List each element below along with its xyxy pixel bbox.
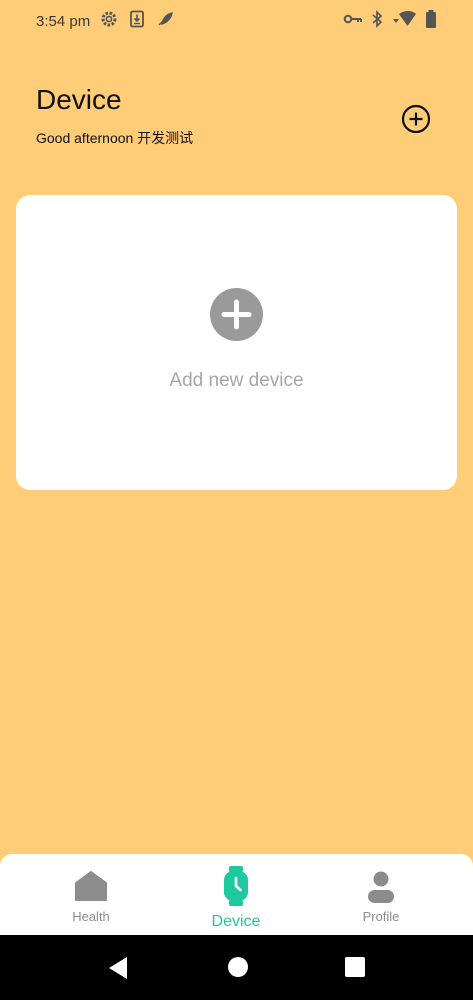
download-icon [128,10,146,28]
home-circle-icon[interactable] [227,956,249,983]
status-time: 3:54 pm [36,13,91,30]
add-circle-outline-icon [401,104,431,138]
tab-device[interactable]: Device [176,854,296,935]
add-device-card[interactable]: Add new device [16,195,457,490]
feather-icon [156,10,174,28]
status-left-icons [100,10,174,28]
battery-icon [425,10,437,28]
add-device-label: Add new device [169,370,304,391]
settings-gear-icon [100,10,118,28]
system-nav-bar [0,935,473,1000]
bluetooth-icon [371,10,383,28]
status-right-icons [343,10,437,28]
vpn-key-icon [343,11,363,27]
add-circle-icon [210,288,263,341]
page-title: Device [36,84,122,115]
tab-health-label: Health [72,909,110,924]
tab-profile-label: Profile [362,909,400,924]
back-icon[interactable] [107,956,129,985]
status-bar: 3:54 pm [0,0,473,44]
tab-health[interactable]: Health [31,854,151,935]
tab-device-label: Device [211,913,261,930]
tab-profile[interactable]: Profile [321,854,441,935]
wifi-icon [391,10,417,28]
bottom-nav: Health Device Profile [0,854,473,935]
add-device-top-button[interactable] [401,104,431,134]
greeting-text: Good afternoon 开发测试 [36,130,194,146]
recents-icon[interactable] [344,956,366,983]
